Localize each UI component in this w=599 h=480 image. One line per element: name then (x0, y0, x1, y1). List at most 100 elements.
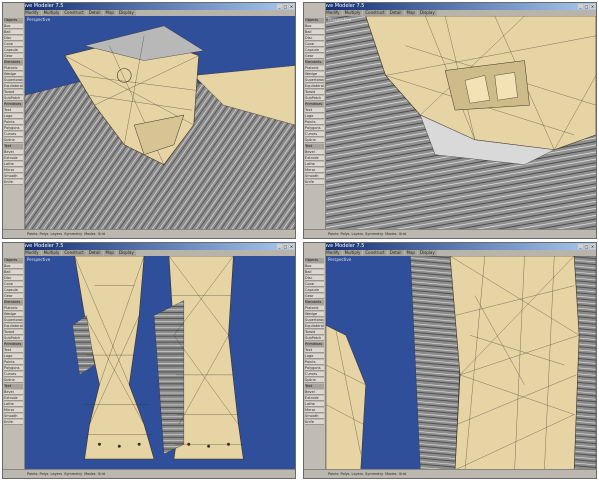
tool-button[interactable]: Supertoroid (4, 78, 23, 83)
status-item[interactable]: Polys (341, 230, 350, 238)
tool-button[interactable]: Text (305, 348, 324, 353)
status-item[interactable]: Polys (341, 470, 350, 478)
tool-button[interactable]: SubPatch (4, 336, 23, 341)
status-item[interactable]: Layers (51, 470, 63, 478)
maximize-icon[interactable]: □ (283, 244, 288, 249)
tool-button[interactable]: Extrude (305, 156, 324, 161)
tool-button[interactable]: Spline (305, 138, 324, 143)
tool-button[interactable]: Disc (4, 36, 23, 41)
tool-button[interactable]: Capsule (4, 48, 23, 53)
tool-button[interactable]: Smooth (305, 174, 324, 179)
close-icon[interactable]: × (289, 244, 294, 249)
tool-button[interactable]: Curves (4, 132, 23, 137)
status-item[interactable]: Modes (84, 230, 95, 238)
minimize-icon[interactable]: _ (578, 4, 583, 9)
close-icon[interactable]: × (590, 244, 595, 249)
status-item[interactable]: Polys (40, 470, 49, 478)
tool-button[interactable]: Cone (305, 42, 324, 47)
status-item[interactable]: Symmetry (365, 470, 383, 478)
tool-button[interactable]: Box (305, 264, 324, 269)
tool-button[interactable]: Disc (305, 276, 324, 281)
status-item[interactable]: Grid (98, 230, 105, 238)
viewport-head-closeup[interactable]: Perspective (326, 16, 596, 230)
tool-button[interactable]: Platonic (4, 306, 23, 311)
tool-button[interactable]: Toroid (305, 330, 324, 335)
tool-button[interactable]: Logo (4, 354, 23, 359)
tool-button[interactable]: Equilateral (4, 84, 23, 89)
tool-button[interactable]: SubPatch (4, 96, 23, 101)
minimize-icon[interactable]: _ (277, 244, 282, 249)
close-icon[interactable]: × (590, 4, 595, 9)
status-item[interactable]: Grid (399, 230, 406, 238)
tool-button[interactable]: Box (305, 24, 324, 29)
tool-button[interactable]: Equilateral (305, 324, 324, 329)
tool-button[interactable]: Bevel (4, 390, 23, 395)
tool-button[interactable]: Smooth (4, 174, 23, 179)
tool-button[interactable]: SubPatch (305, 336, 324, 341)
tool-button[interactable]: Gear (4, 294, 23, 299)
status-item[interactable]: Points (328, 470, 339, 478)
status-item[interactable]: Modes (84, 470, 95, 478)
viewport-legs[interactable]: Perspective (25, 256, 295, 470)
maximize-icon[interactable]: □ (584, 244, 589, 249)
tool-button[interactable]: Curves (305, 372, 324, 377)
tool-button[interactable]: Platonic (305, 306, 324, 311)
tool-button[interactable]: Ball (305, 270, 324, 275)
tool-button[interactable]: Platonic (4, 66, 23, 71)
tool-button[interactable]: Mirror (4, 408, 23, 413)
tool-button[interactable]: Knife (305, 180, 324, 185)
tool-button[interactable]: Polygons (305, 126, 324, 131)
status-item[interactable]: Layers (352, 470, 364, 478)
status-item[interactable]: Symmetry (365, 230, 383, 238)
tool-button[interactable]: Cone (305, 282, 324, 287)
tool-button[interactable]: Toroid (4, 90, 23, 95)
tool-button[interactable]: Gear (305, 54, 324, 59)
status-item[interactable]: Modes (385, 470, 396, 478)
viewport-torso-closeup[interactable]: Perspective (326, 256, 596, 470)
tool-button[interactable]: Curves (4, 372, 23, 377)
maximize-icon[interactable]: □ (283, 4, 288, 9)
minimize-icon[interactable]: _ (578, 244, 583, 249)
tool-button[interactable]: Knife (4, 420, 23, 425)
tool-button[interactable]: Bevel (4, 150, 23, 155)
tool-button[interactable]: Logo (305, 354, 324, 359)
status-item[interactable]: Layers (51, 230, 63, 238)
tool-button[interactable]: Smooth (305, 414, 324, 419)
tool-button[interactable]: Wedge (305, 312, 324, 317)
tool-button[interactable]: Lathe (4, 402, 23, 407)
tool-button[interactable]: Lathe (305, 162, 324, 167)
tool-button[interactable]: Wedge (4, 72, 23, 77)
status-item[interactable]: Points (328, 230, 339, 238)
tool-button[interactable]: SubPatch (305, 96, 324, 101)
tool-button[interactable]: Box (4, 264, 23, 269)
minimize-icon[interactable]: _ (277, 4, 282, 9)
tool-button[interactable]: Wedge (4, 312, 23, 317)
tool-button[interactable]: Box (4, 24, 23, 29)
tool-button[interactable]: Lathe (4, 162, 23, 167)
tool-button[interactable]: Spline (4, 138, 23, 143)
tool-button[interactable]: Capsule (305, 48, 324, 53)
tool-button[interactable]: Polygons (4, 366, 23, 371)
tool-button[interactable]: Knife (305, 420, 324, 425)
status-item[interactable]: Points (27, 470, 38, 478)
tool-button[interactable]: Text (305, 108, 324, 113)
tool-button[interactable]: Supertoroid (305, 78, 324, 83)
tool-button[interactable]: Mirror (4, 168, 23, 173)
tool-button[interactable]: Gear (305, 294, 324, 299)
tool-button[interactable]: Text (4, 108, 23, 113)
tool-button[interactable]: Text (4, 348, 23, 353)
tool-button[interactable]: Ball (4, 30, 23, 35)
tool-button[interactable]: Logo (305, 114, 324, 119)
tool-button[interactable]: Disc (4, 276, 23, 281)
tool-button[interactable]: Ball (305, 30, 324, 35)
status-item[interactable]: Points (27, 230, 38, 238)
tool-button[interactable]: Extrude (4, 396, 23, 401)
tool-button[interactable]: Knife (4, 180, 23, 185)
tool-button[interactable]: Equilateral (4, 324, 23, 329)
status-item[interactable]: Polys (40, 230, 49, 238)
tool-button[interactable]: Extrude (4, 156, 23, 161)
tool-button[interactable]: Points (305, 120, 324, 125)
maximize-icon[interactable]: □ (584, 4, 589, 9)
tool-button[interactable]: Mirror (305, 168, 324, 173)
tool-button[interactable]: Points (4, 120, 23, 125)
